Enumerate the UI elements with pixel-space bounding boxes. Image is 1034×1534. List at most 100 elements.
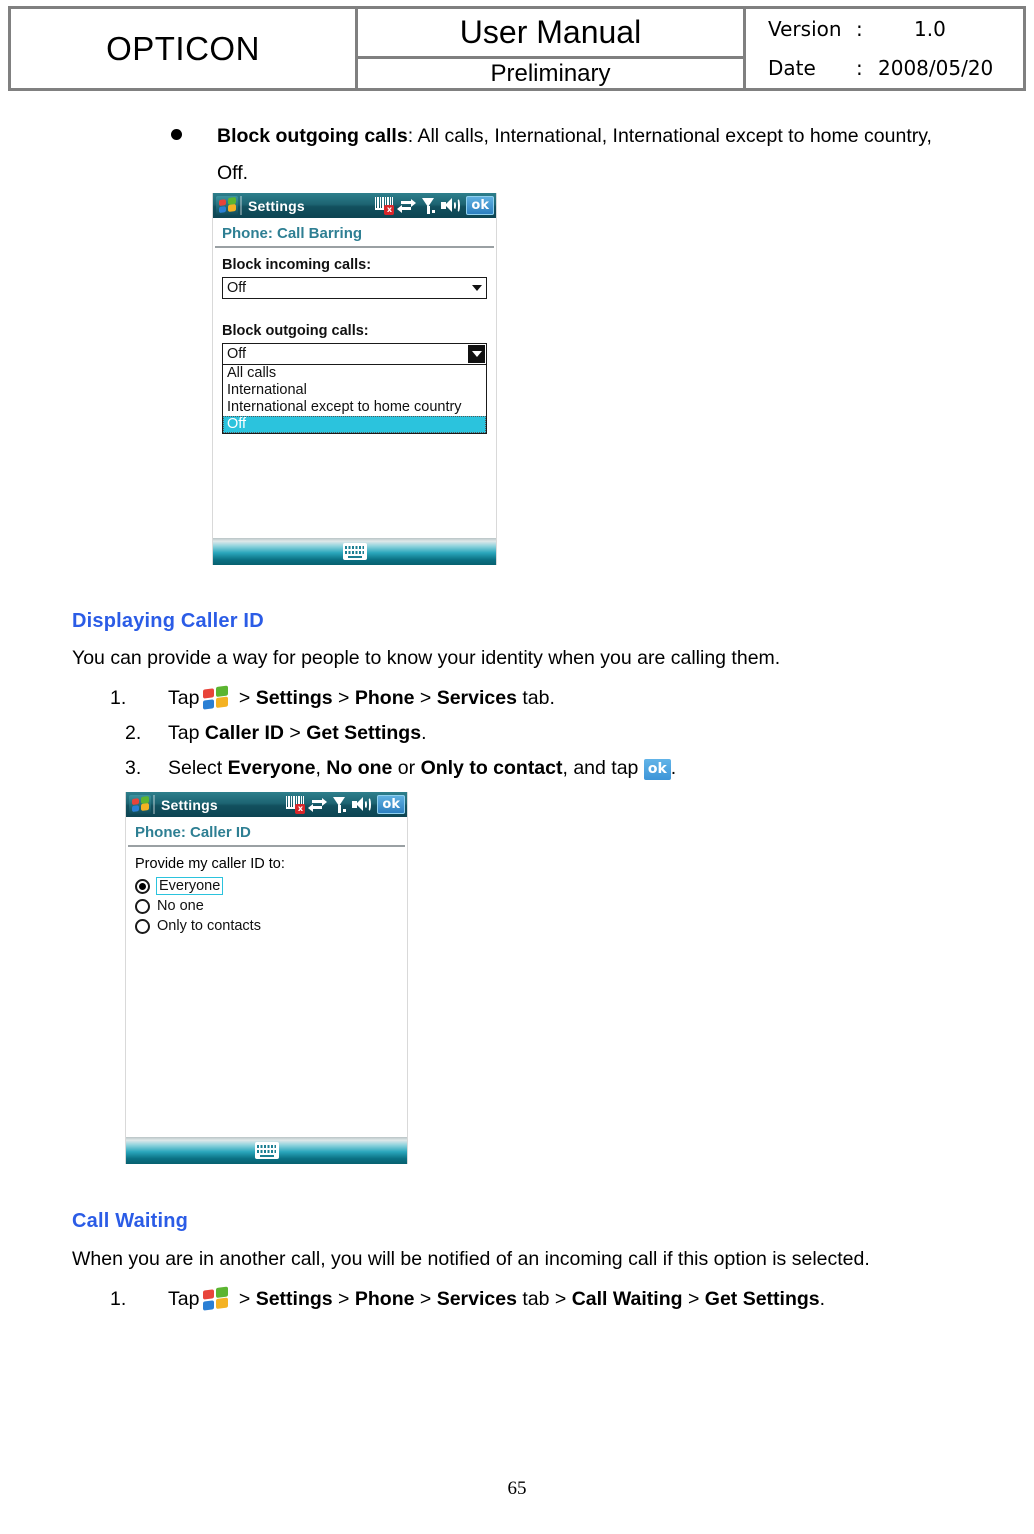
step-body: Tap > Settings > Phone > Services tab > … bbox=[168, 1286, 826, 1311]
brand-name: OPTICON bbox=[106, 29, 260, 67]
step-body: Select Everyone, No one or Only to conta… bbox=[168, 757, 676, 780]
step-emphasis: Get Settings bbox=[704, 1288, 820, 1310]
pda1-ok-button[interactable]: ok bbox=[466, 196, 494, 215]
ok-badge-icon[interactable]: ok bbox=[643, 759, 671, 780]
step-text: > bbox=[682, 1288, 705, 1310]
step-number: 1. bbox=[110, 687, 127, 709]
signal-icon[interactable] bbox=[333, 796, 347, 813]
step-number: 2. bbox=[125, 722, 142, 744]
bullet-text: Block outgoing calls: All calls, Interna… bbox=[172, 118, 952, 192]
caller-id-prompt: Provide my caller ID to: bbox=[135, 856, 285, 872]
pda2-ok-button[interactable]: ok bbox=[377, 795, 405, 814]
step-emphasis: No one bbox=[326, 757, 393, 779]
step-text: > bbox=[414, 687, 437, 709]
date-colon: : bbox=[856, 55, 863, 80]
block-outgoing-value: Off bbox=[227, 346, 247, 362]
caller-id-radio-group[interactable]: Everyone No one Only to contacts bbox=[126, 877, 407, 934]
dropdown-option[interactable]: All calls bbox=[223, 365, 486, 382]
speaker-icon[interactable] bbox=[441, 198, 461, 213]
pda1-page-header: Phone: Call Barring bbox=[222, 225, 363, 242]
radio-option[interactable]: Only to contacts bbox=[135, 918, 407, 934]
step-item: 1. Tap > Settings > Phone > Services tab… bbox=[110, 1286, 826, 1311]
step-text: > bbox=[233, 1288, 256, 1310]
start-menu-icon[interactable] bbox=[129, 795, 151, 814]
step-emphasis: Phone bbox=[354, 687, 415, 709]
step-number: 1. bbox=[110, 1288, 127, 1310]
step-item: 1. Tap > Settings > Phone > Services tab… bbox=[110, 685, 555, 710]
barcode-disabled-icon[interactable]: x bbox=[375, 197, 395, 215]
block-incoming-dropdown[interactable]: Off bbox=[222, 277, 487, 299]
block-outgoing-dropdown[interactable]: Off bbox=[222, 343, 487, 365]
start-menu-icon[interactable] bbox=[216, 196, 238, 215]
date-label: Date bbox=[768, 55, 816, 80]
dropdown-option[interactable]: Off bbox=[223, 416, 486, 433]
pda1-system-tray: x ok bbox=[375, 193, 494, 218]
dropdown-option[interactable]: International bbox=[223, 382, 486, 399]
heading-call-waiting: Call Waiting bbox=[72, 1210, 189, 1232]
step-text: tab > bbox=[516, 1288, 572, 1310]
pda2-page-header: Phone: Caller ID bbox=[135, 824, 251, 841]
step-text: tab. bbox=[516, 687, 555, 709]
paragraph-call-waiting-intro: When you are in another call, you will b… bbox=[72, 1248, 870, 1270]
pda1-titlebar: Settings x ok bbox=[213, 193, 496, 218]
radio-option[interactable]: Everyone bbox=[135, 877, 407, 895]
dropdown-option[interactable]: International except to home country bbox=[223, 399, 486, 416]
step-number: 3. bbox=[125, 757, 142, 779]
doc-title-row: User Manual bbox=[358, 9, 743, 59]
step-emphasis: Services bbox=[436, 687, 517, 709]
keyboard-icon[interactable] bbox=[342, 543, 367, 560]
step-text: > bbox=[332, 1288, 355, 1310]
step-text: > bbox=[233, 687, 256, 709]
windows-start-icon[interactable] bbox=[203, 1286, 229, 1311]
meta-cell: Version : 1.0 Date : 2008/05/20 bbox=[746, 9, 1023, 88]
step-emphasis: Settings bbox=[255, 1288, 333, 1310]
screenshot-phone-caller-id: Settings x ok Phone: Caller ID Provide m… bbox=[125, 792, 408, 1164]
bullet-term: Block outgoing calls bbox=[217, 125, 408, 147]
bullet-block-outgoing-calls: Block outgoing calls: All calls, Interna… bbox=[171, 118, 952, 192]
doc-status: Preliminary bbox=[490, 59, 611, 87]
block-incoming-value: Off bbox=[227, 280, 247, 296]
radio-selected-icon[interactable] bbox=[135, 878, 150, 894]
step-emphasis: Phone bbox=[354, 1288, 415, 1310]
pda2-system-tray: x ok bbox=[286, 792, 405, 817]
step-text: , and tap bbox=[562, 757, 644, 779]
step-body: Tap Caller ID > Get Settings. bbox=[168, 722, 427, 745]
barcode-disabled-icon[interactable]: x bbox=[286, 796, 306, 814]
radio-unselected-icon[interactable] bbox=[135, 898, 150, 914]
step-item: 3. Select Everyone, No one or Only to co… bbox=[125, 757, 676, 780]
step-emphasis: Caller ID bbox=[204, 722, 284, 744]
title-cell: User Manual Preliminary bbox=[358, 9, 746, 88]
chevron-down-icon[interactable] bbox=[468, 279, 485, 297]
chevron-down-icon[interactable] bbox=[468, 345, 485, 363]
speaker-icon[interactable] bbox=[352, 797, 372, 812]
brand-cell: OPTICON bbox=[11, 9, 358, 88]
keyboard-icon[interactable] bbox=[254, 1142, 279, 1159]
version-label: Version bbox=[768, 16, 842, 41]
connectivity-icon[interactable] bbox=[308, 797, 328, 812]
pda1-sip-bar[interactable] bbox=[213, 538, 496, 565]
titlebar-separator bbox=[240, 196, 242, 215]
document-header: OPTICON User Manual Preliminary Version … bbox=[8, 6, 1026, 91]
step-text: . bbox=[819, 1288, 826, 1310]
page-number: 65 bbox=[507, 1478, 527, 1499]
pda2-divider bbox=[128, 845, 405, 847]
doc-status-row: Preliminary bbox=[358, 59, 743, 88]
doc-title: User Manual bbox=[459, 14, 642, 50]
block-outgoing-option-list[interactable]: All calls International International exce… bbox=[222, 365, 487, 434]
version-row: Version : 1.0 bbox=[768, 10, 1023, 49]
connectivity-icon[interactable] bbox=[397, 198, 417, 213]
step-text: , bbox=[315, 757, 327, 779]
titlebar-separator bbox=[153, 795, 155, 814]
step-text: > bbox=[414, 1288, 437, 1310]
step-emphasis: Settings bbox=[255, 687, 333, 709]
pda2-app-title: Settings bbox=[161, 796, 218, 813]
step-text: Tap bbox=[168, 687, 200, 709]
block-incoming-label: Block incoming calls: bbox=[222, 257, 372, 273]
screenshot-phone-call-barring: Settings x ok Phone: Call Barring Block … bbox=[212, 193, 497, 565]
windows-start-icon[interactable] bbox=[203, 685, 229, 710]
radio-option[interactable]: No one bbox=[135, 898, 407, 914]
radio-unselected-icon[interactable] bbox=[135, 918, 150, 934]
signal-icon[interactable] bbox=[422, 197, 436, 214]
step-emphasis: Call Waiting bbox=[571, 1288, 683, 1310]
pda2-sip-bar[interactable] bbox=[126, 1137, 407, 1164]
